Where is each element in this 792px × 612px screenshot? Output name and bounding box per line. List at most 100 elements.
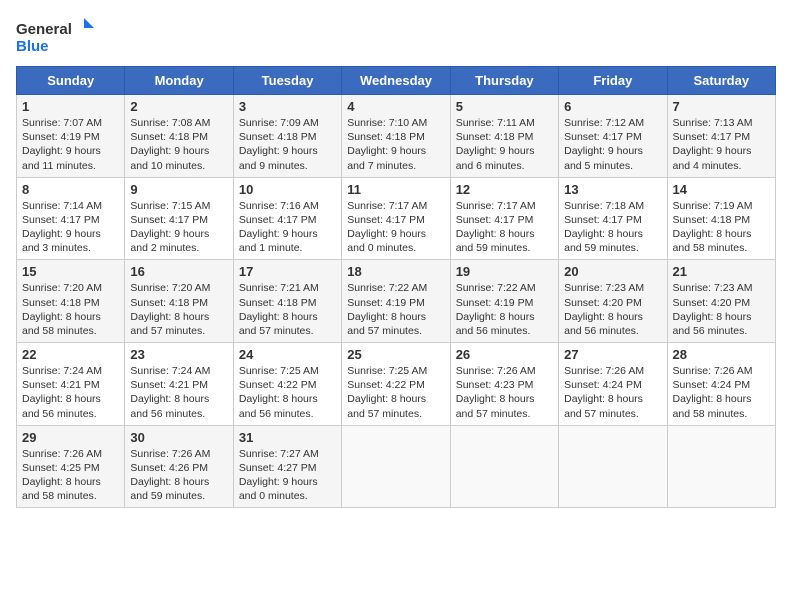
cell-text: Sunrise: 7:26 AMSunset: 4:23 PMDaylight:… bbox=[456, 364, 553, 421]
day-number: 22 bbox=[22, 347, 119, 362]
cell-text: Sunrise: 7:09 AMSunset: 4:18 PMDaylight:… bbox=[239, 116, 336, 173]
day-number: 4 bbox=[347, 99, 444, 114]
day-number: 12 bbox=[456, 182, 553, 197]
cell-text: Sunrise: 7:08 AMSunset: 4:18 PMDaylight:… bbox=[130, 116, 227, 173]
cell-text: Sunrise: 7:12 AMSunset: 4:17 PMDaylight:… bbox=[564, 116, 661, 173]
day-number: 14 bbox=[673, 182, 770, 197]
day-number: 18 bbox=[347, 264, 444, 279]
calendar-cell: 23Sunrise: 7:24 AMSunset: 4:21 PMDayligh… bbox=[125, 343, 233, 426]
day-number: 2 bbox=[130, 99, 227, 114]
calendar-cell: 24 Sunrise: 7:25 AMSunset: 4:22 PMDayligh… bbox=[233, 343, 341, 426]
day-number: 26 bbox=[456, 347, 553, 362]
svg-text:Blue: Blue bbox=[16, 38, 49, 55]
day-number: 16 bbox=[130, 264, 227, 279]
day-number: 15 bbox=[22, 264, 119, 279]
svg-text:General: General bbox=[16, 21, 72, 38]
calendar-cell: 26 Sunrise: 7:26 AMSunset: 4:23 PMDayligh… bbox=[450, 343, 558, 426]
day-number: 31 bbox=[239, 430, 336, 445]
day-number: 11 bbox=[347, 182, 444, 197]
calendar-cell: 10Sunrise: 7:16 AMSunset: 4:17 PMDayligh… bbox=[233, 177, 341, 260]
cell-text: Sunrise: 7:17 AMSunset: 4:17 PMDaylight:… bbox=[456, 199, 553, 256]
calendar-cell bbox=[450, 425, 558, 508]
calendar-cell: 29 Sunrise: 7:26 AMSunset: 4:25 PMDayligh… bbox=[17, 425, 125, 508]
day-number: 27 bbox=[564, 347, 661, 362]
calendar-cell: 7Sunrise: 7:13 AMSunset: 4:17 PMDaylight… bbox=[667, 95, 775, 178]
calendar-cell bbox=[342, 425, 450, 508]
cell-text: Sunrise: 7:15 AMSunset: 4:17 PMDaylight:… bbox=[130, 199, 227, 256]
day-number: 21 bbox=[673, 264, 770, 279]
calendar-cell: 3Sunrise: 7:09 AMSunset: 4:18 PMDaylight… bbox=[233, 95, 341, 178]
header-day-saturday: Saturday bbox=[667, 67, 775, 95]
day-number: 1 bbox=[22, 99, 119, 114]
cell-text: Sunrise: 7:25 AMSunset: 4:22 PMDaylight:… bbox=[347, 364, 444, 421]
day-number: 6 bbox=[564, 99, 661, 114]
cell-text: Sunrise: 7:17 AMSunset: 4:17 PMDaylight:… bbox=[347, 199, 444, 256]
header-day-tuesday: Tuesday bbox=[233, 67, 341, 95]
calendar-cell: 13 Sunrise: 7:18 AMSunset: 4:17 PMDayligh… bbox=[559, 177, 667, 260]
week-row-3: 15 Sunrise: 7:20 AMSunset: 4:18 PMDayligh… bbox=[17, 260, 776, 343]
cell-text: Sunrise: 7:14 AMSunset: 4:17 PMDaylight:… bbox=[22, 199, 119, 256]
calendar-cell: 14Sunrise: 7:19 AMSunset: 4:18 PMDayligh… bbox=[667, 177, 775, 260]
calendar-cell: 8 Sunrise: 7:14 AMSunset: 4:17 PMDaylight… bbox=[17, 177, 125, 260]
cell-text: Sunrise: 7:16 AMSunset: 4:17 PMDaylight:… bbox=[239, 199, 336, 256]
calendar-cell: 6 Sunrise: 7:12 AMSunset: 4:17 PMDaylight… bbox=[559, 95, 667, 178]
day-number: 28 bbox=[673, 347, 770, 362]
calendar-cell: 20 Sunrise: 7:23 AMSunset: 4:20 PMDayligh… bbox=[559, 260, 667, 343]
logo: GeneralBlue bbox=[16, 16, 96, 56]
day-number: 29 bbox=[22, 430, 119, 445]
day-number: 19 bbox=[456, 264, 553, 279]
cell-text: Sunrise: 7:27 AMSunset: 4:27 PMDaylight:… bbox=[239, 447, 336, 504]
cell-text: Sunrise: 7:22 AMSunset: 4:19 PMDaylight:… bbox=[456, 281, 553, 338]
cell-text: Sunrise: 7:10 AMSunset: 4:18 PMDaylight:… bbox=[347, 116, 444, 173]
cell-text: Sunrise: 7:21 AMSunset: 4:18 PMDaylight:… bbox=[239, 281, 336, 338]
day-number: 7 bbox=[673, 99, 770, 114]
calendar-cell: 2 Sunrise: 7:08 AMSunset: 4:18 PMDaylight… bbox=[125, 95, 233, 178]
cell-text: Sunrise: 7:18 AMSunset: 4:17 PMDaylight:… bbox=[564, 199, 661, 256]
cell-text: Sunrise: 7:20 AMSunset: 4:18 PMDaylight:… bbox=[130, 281, 227, 338]
calendar-cell: 22 Sunrise: 7:24 AMSunset: 4:21 PMDayligh… bbox=[17, 343, 125, 426]
calendar-cell bbox=[559, 425, 667, 508]
calendar-cell: 28 Sunrise: 7:26 AMSunset: 4:24 PMDayligh… bbox=[667, 343, 775, 426]
calendar-cell: 12 Sunrise: 7:17 AMSunset: 4:17 PMDayligh… bbox=[450, 177, 558, 260]
week-row-2: 8 Sunrise: 7:14 AMSunset: 4:17 PMDaylight… bbox=[17, 177, 776, 260]
calendar-cell: 31 Sunrise: 7:27 AMSunset: 4:27 PMDayligh… bbox=[233, 425, 341, 508]
header-day-thursday: Thursday bbox=[450, 67, 558, 95]
day-number: 13 bbox=[564, 182, 661, 197]
day-number: 17 bbox=[239, 264, 336, 279]
cell-text: Sunrise: 7:20 AMSunset: 4:18 PMDaylight:… bbox=[22, 281, 119, 338]
calendar-cell: 11 Sunrise: 7:17 AMSunset: 4:17 PMDayligh… bbox=[342, 177, 450, 260]
cell-text: Sunrise: 7:23 AMSunset: 4:20 PMDaylight:… bbox=[564, 281, 661, 338]
page-header: GeneralBlue bbox=[16, 16, 776, 56]
calendar-cell: 30Sunrise: 7:26 AMSunset: 4:26 PMDayligh… bbox=[125, 425, 233, 508]
calendar-cell: 17 Sunrise: 7:21 AMSunset: 4:18 PMDayligh… bbox=[233, 260, 341, 343]
header-day-sunday: Sunday bbox=[17, 67, 125, 95]
day-number: 24 bbox=[239, 347, 336, 362]
calendar-cell: 5 Sunrise: 7:11 AMSunset: 4:18 PMDaylight… bbox=[450, 95, 558, 178]
day-number: 8 bbox=[22, 182, 119, 197]
logo-icon: GeneralBlue bbox=[16, 16, 96, 56]
calendar-cell: 1 Sunrise: 7:07 AMSunset: 4:19 PMDaylight… bbox=[17, 95, 125, 178]
calendar-cell: 19 Sunrise: 7:22 AMSunset: 4:19 PMDayligh… bbox=[450, 260, 558, 343]
cell-text: Sunrise: 7:24 AMSunset: 4:21 PMDaylight:… bbox=[22, 364, 119, 421]
week-row-5: 29 Sunrise: 7:26 AMSunset: 4:25 PMDayligh… bbox=[17, 425, 776, 508]
header-row: SundayMondayTuesdayWednesdayThursdayFrid… bbox=[17, 67, 776, 95]
cell-text: Sunrise: 7:07 AMSunset: 4:19 PMDaylight:… bbox=[22, 116, 119, 173]
week-row-4: 22 Sunrise: 7:24 AMSunset: 4:21 PMDayligh… bbox=[17, 343, 776, 426]
header-day-wednesday: Wednesday bbox=[342, 67, 450, 95]
calendar-cell: 25 Sunrise: 7:25 AMSunset: 4:22 PMDayligh… bbox=[342, 343, 450, 426]
cell-text: Sunrise: 7:11 AMSunset: 4:18 PMDaylight:… bbox=[456, 116, 553, 173]
week-row-1: 1 Sunrise: 7:07 AMSunset: 4:19 PMDaylight… bbox=[17, 95, 776, 178]
calendar-cell: 9 Sunrise: 7:15 AMSunset: 4:17 PMDaylight… bbox=[125, 177, 233, 260]
cell-text: Sunrise: 7:26 AMSunset: 4:26 PMDaylight:… bbox=[130, 447, 227, 504]
header-day-friday: Friday bbox=[559, 67, 667, 95]
cell-text: Sunrise: 7:26 AMSunset: 4:25 PMDaylight:… bbox=[22, 447, 119, 504]
day-number: 5 bbox=[456, 99, 553, 114]
day-number: 20 bbox=[564, 264, 661, 279]
day-number: 9 bbox=[130, 182, 227, 197]
day-number: 23 bbox=[130, 347, 227, 362]
day-number: 25 bbox=[347, 347, 444, 362]
cell-text: Sunrise: 7:26 AMSunset: 4:24 PMDaylight:… bbox=[673, 364, 770, 421]
calendar-cell: 16 Sunrise: 7:20 AMSunset: 4:18 PMDayligh… bbox=[125, 260, 233, 343]
cell-text: Sunrise: 7:22 AMSunset: 4:19 PMDaylight:… bbox=[347, 281, 444, 338]
cell-text: Sunrise: 7:25 AMSunset: 4:22 PMDaylight:… bbox=[239, 364, 336, 421]
